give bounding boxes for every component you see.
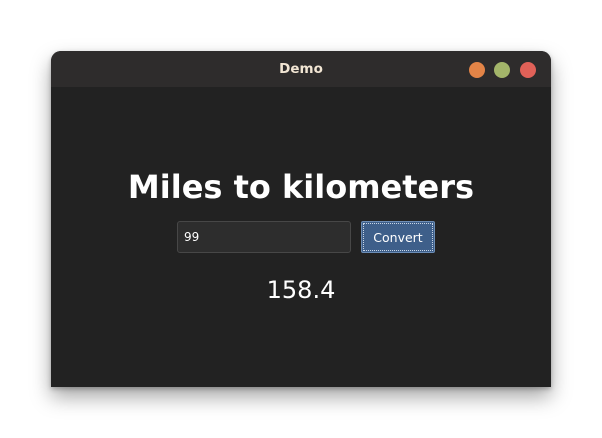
miles-input[interactable]	[177, 221, 351, 253]
minimize-button[interactable]	[469, 62, 485, 78]
maximize-button[interactable]	[494, 62, 510, 78]
page-title: Miles to kilometers	[127, 168, 475, 206]
convert-button[interactable]: Convert	[361, 221, 435, 253]
title-bar[interactable]: Demo	[51, 51, 551, 87]
app-window: Demo Miles to kilometers Convert 158.4	[51, 51, 551, 387]
main-content: Miles to kilometers Convert 158.4	[51, 87, 551, 387]
close-button[interactable]	[520, 62, 536, 78]
result-value: 158.4	[266, 276, 336, 304]
